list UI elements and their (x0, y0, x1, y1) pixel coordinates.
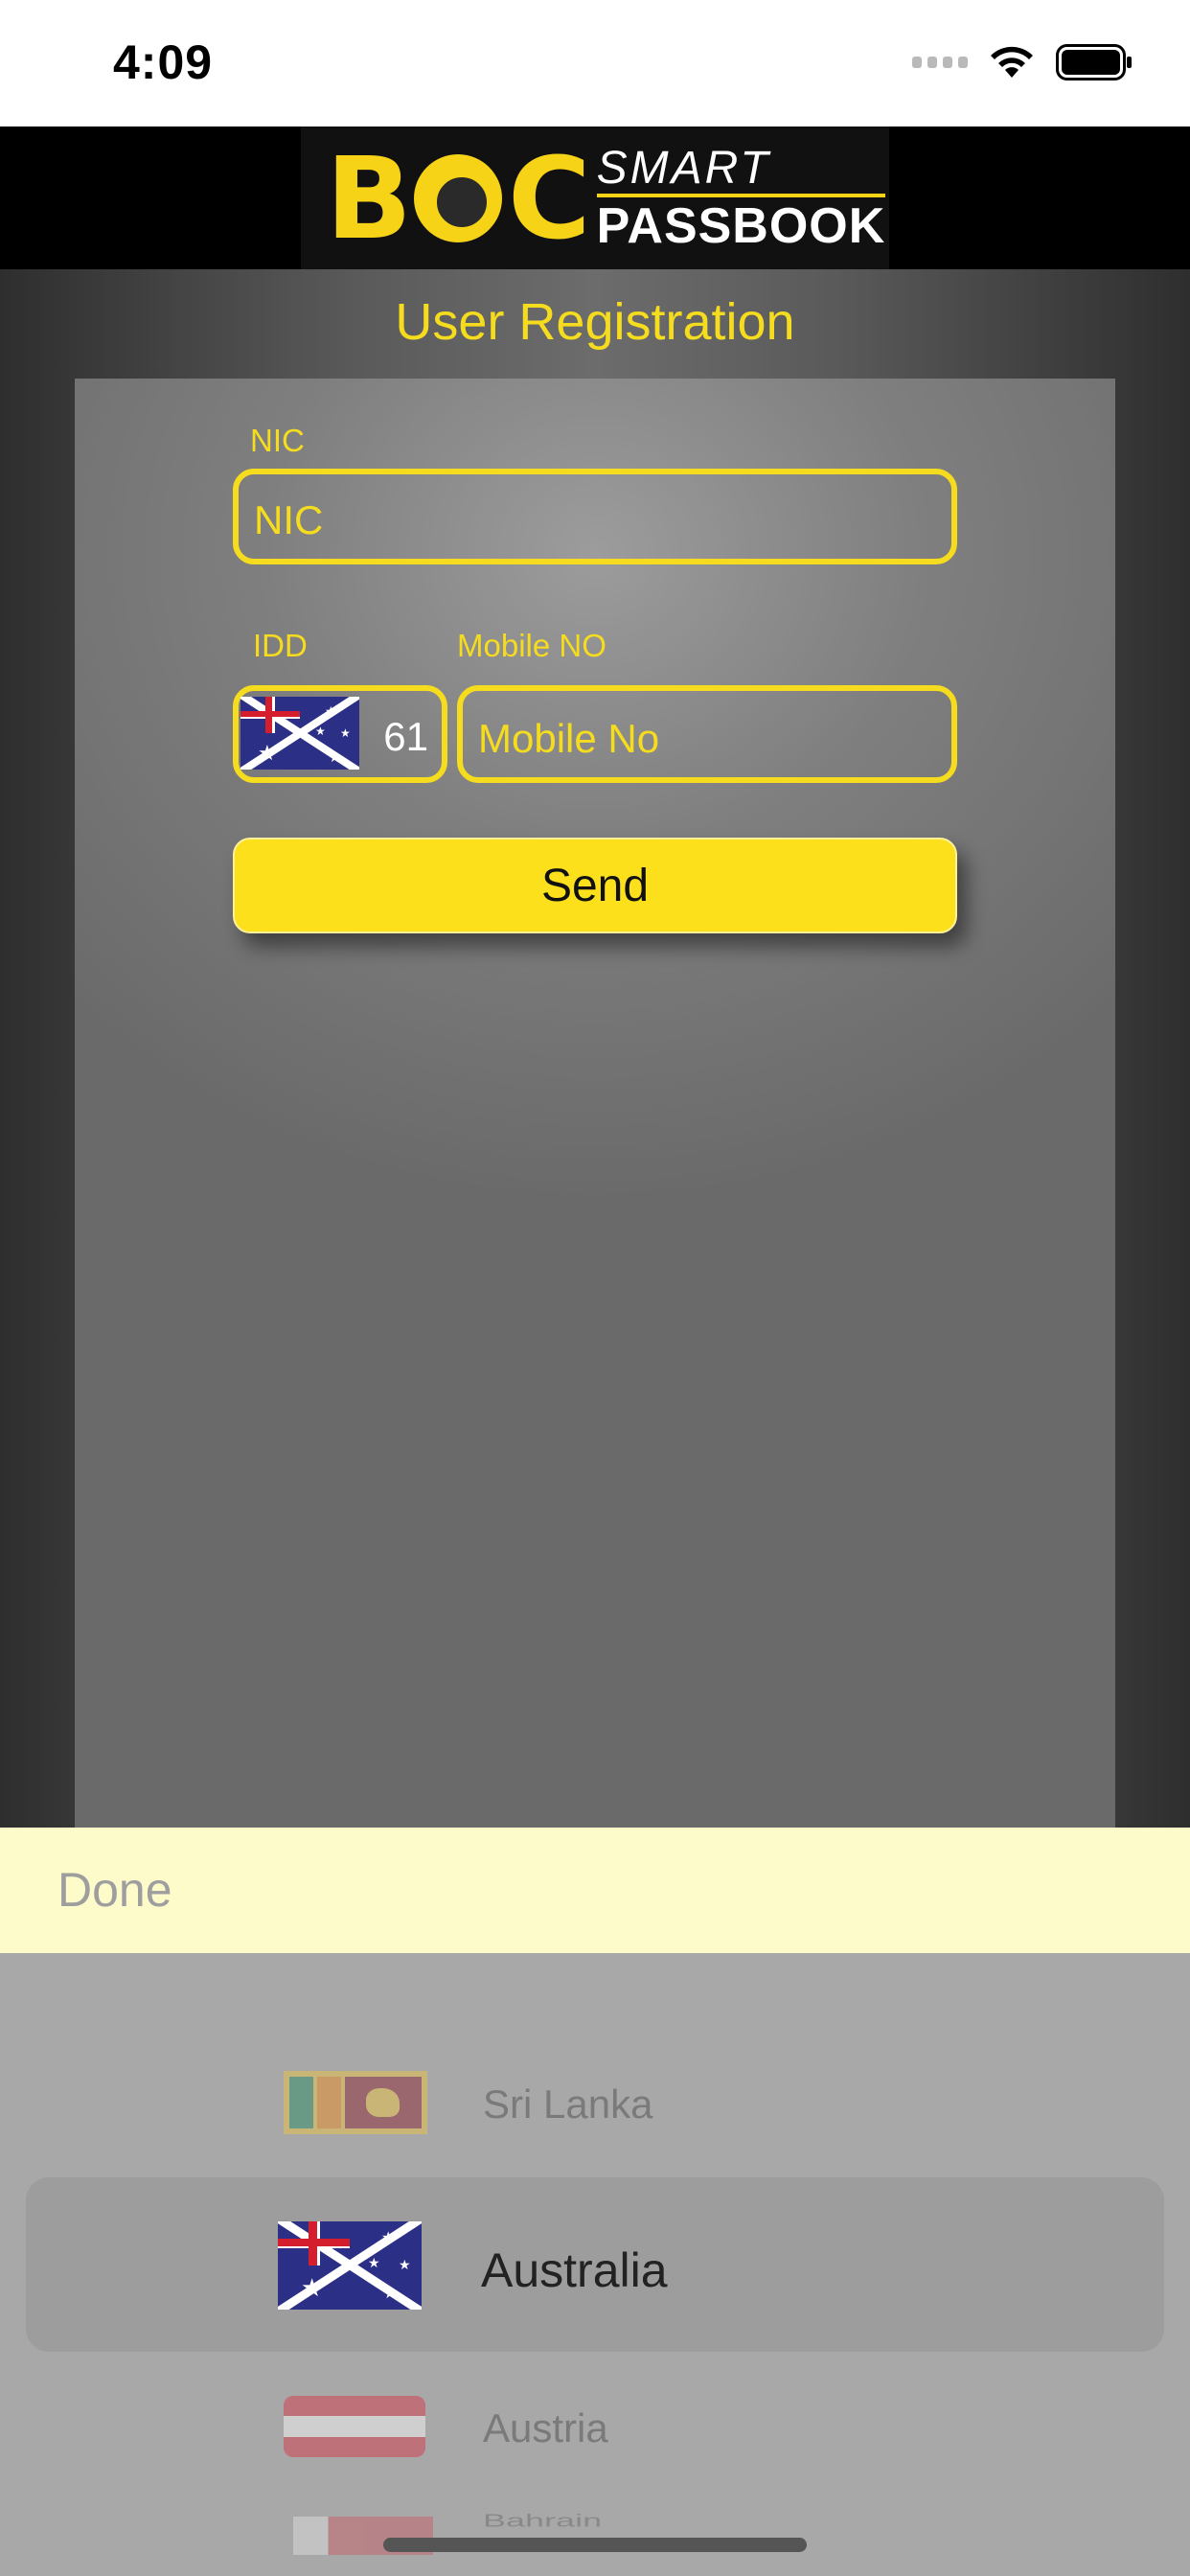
boc-smart-passbook-logo: BC SMART PASSBOOK (301, 126, 889, 269)
nic-input[interactable]: NIC (233, 469, 957, 564)
australia-flag-icon: ★ ★ ★ ★ ★ (240, 697, 359, 770)
idd-label: IDD (253, 628, 308, 663)
picker-item-label: Sri Lanka (483, 2082, 653, 2127)
wifi-icon (991, 46, 1033, 78)
nic-placeholder: NIC (254, 497, 324, 542)
send-button[interactable]: Send (233, 838, 957, 933)
idd-code: 61 (383, 714, 428, 759)
done-button[interactable]: Done (57, 1862, 172, 1918)
cellular-signal-icon (912, 57, 968, 68)
status-bar: 4:09 (0, 0, 1190, 126)
picker-item[interactable]: Sri Lanka (0, 2058, 1190, 2147)
registration-card: NIC NIC IDD Mobile NO ★ ★ ★ ★ ★ 61 Mobil… (75, 379, 1115, 1828)
nic-label: NIC (250, 423, 305, 458)
idd-selector[interactable]: ★ ★ ★ ★ ★ 61 (233, 685, 447, 783)
mobile-placeholder: Mobile No (478, 716, 660, 761)
mobile-label: Mobile NO (457, 628, 606, 663)
main-content: User Registration NIC NIC IDD Mobile NO … (0, 269, 1190, 1828)
lion-emblem-icon (413, 153, 502, 242)
battery-icon (1056, 44, 1132, 80)
logo-boc-letters: BC (326, 131, 591, 264)
picker-item-label: Austria (483, 2405, 608, 2450)
country-picker[interactable]: Sri Lanka ★ ★ ★ ★ ★ Australia Austria Ba… (0, 1953, 1190, 2576)
mobile-number-input[interactable]: Mobile No (457, 685, 957, 783)
logo-passbook: PASSBOOK (596, 197, 886, 254)
status-time: 4:09 (113, 35, 214, 89)
picker-item[interactable]: Austria (0, 2382, 1190, 2471)
status-icons (912, 44, 1133, 80)
austria-flag-icon (284, 2396, 425, 2457)
picker-item-selected[interactable]: ★ ★ ★ ★ ★ Australia (0, 2204, 1190, 2329)
picker-item-label: Bahrain (483, 2511, 603, 2531)
logo-text: SMART PASSBOOK (596, 145, 886, 254)
picker-item-label: Australia (481, 2243, 668, 2297)
home-indicator[interactable] (383, 2538, 807, 2552)
picker-toolbar: Done (0, 1828, 1190, 1953)
sri-lanka-flag-icon (284, 2071, 427, 2134)
australia-flag-icon: ★ ★ ★ ★ ★ (278, 2221, 422, 2310)
page-title: User Registration (395, 293, 795, 351)
app-header: BC SMART PASSBOOK (0, 126, 1190, 269)
logo-smart: SMART (596, 145, 886, 197)
